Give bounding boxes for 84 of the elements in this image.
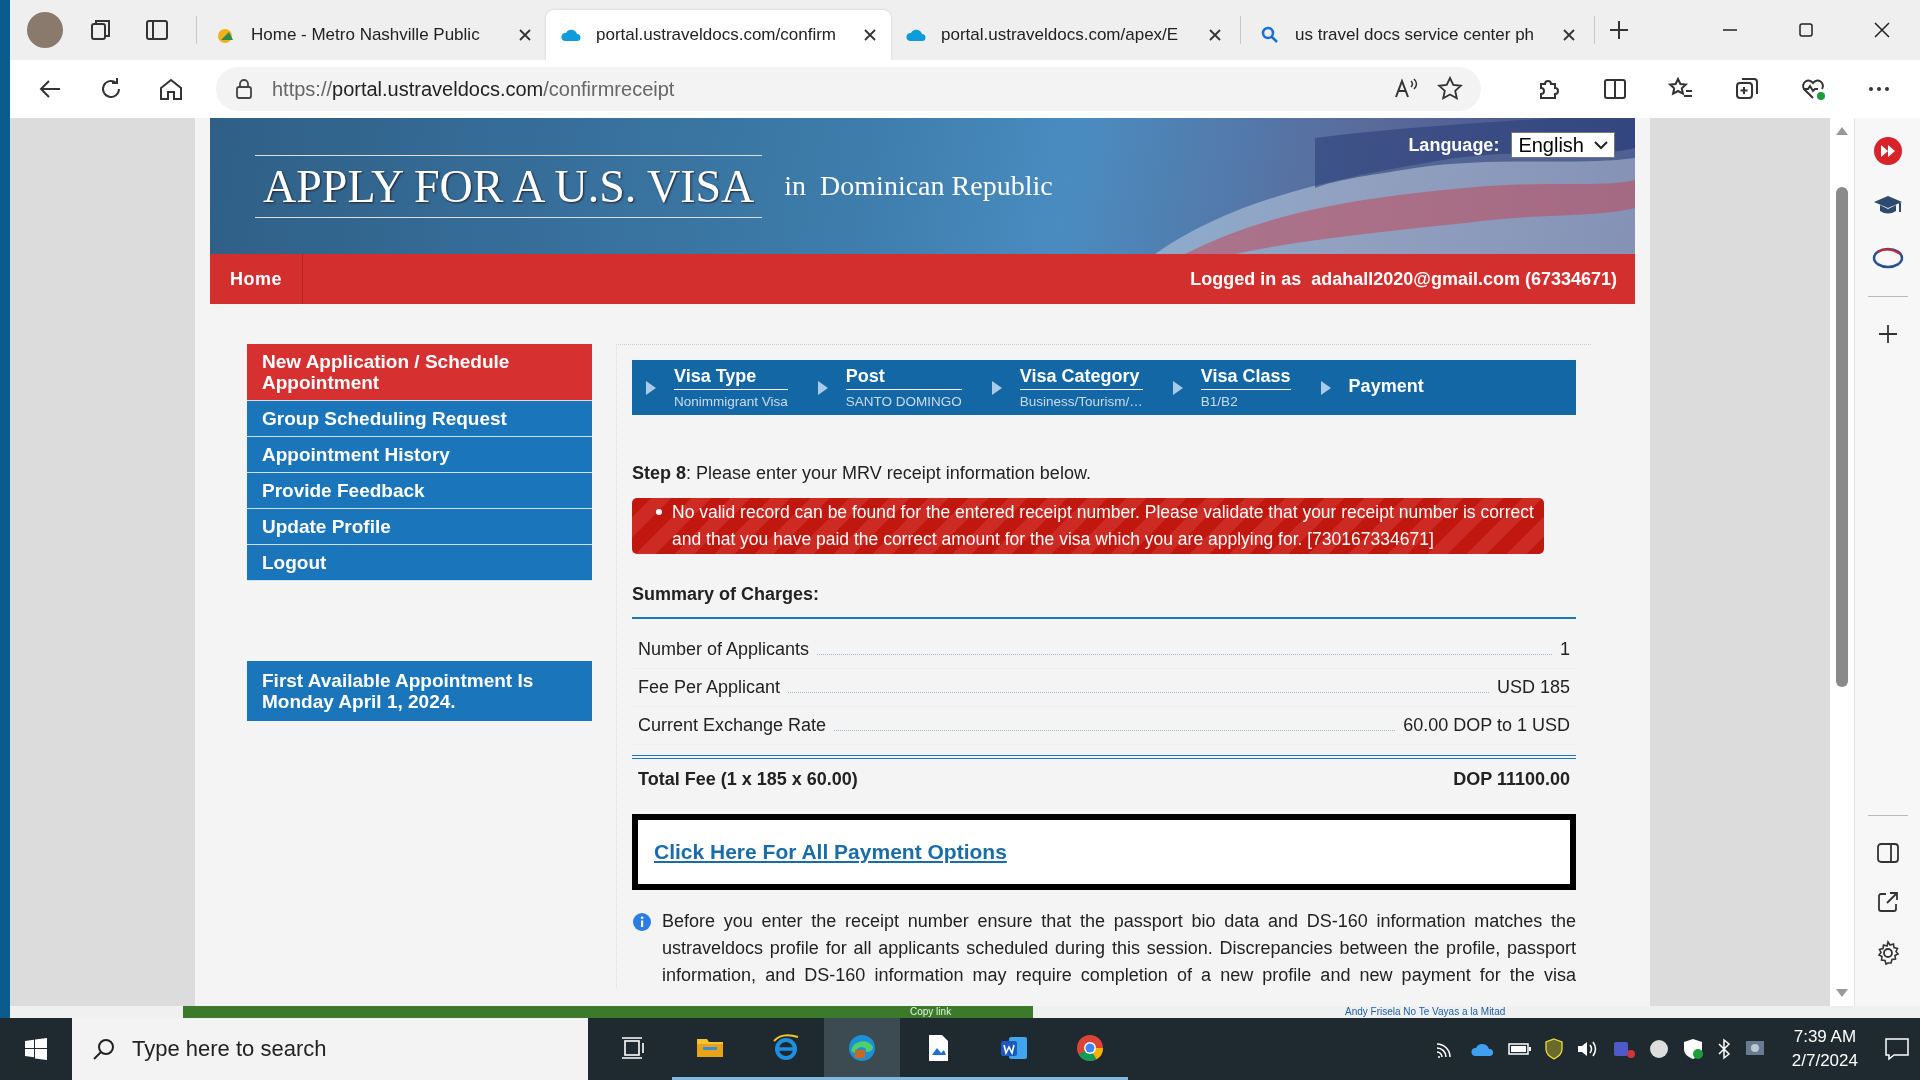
step-label: Payment bbox=[1348, 376, 1424, 398]
info-icon bbox=[632, 912, 652, 932]
bluetooth-icon[interactable] bbox=[1715, 1038, 1732, 1060]
banner-title: APPLY FOR A U.S. VISA bbox=[255, 154, 763, 218]
close-icon[interactable] bbox=[1208, 28, 1222, 42]
shield-icon[interactable] bbox=[1543, 1038, 1564, 1060]
chevron-down-icon bbox=[1594, 140, 1608, 150]
taskbar-search-box[interactable]: Type here to search bbox=[72, 1018, 588, 1080]
task-view-icon[interactable] bbox=[621, 1035, 647, 1060]
triangle-icon bbox=[646, 380, 656, 395]
info-paragraph: Before you enter the receipt number ensure that the passport bio data and DS-160 information matches the ustraveldocs profile for all applicants scheduled during this session. Discrepancies between the profile, passport information, and DS-160 information may require completion of a new profile and new payment for the visa bbox=[662, 910, 1576, 987]
charge-value: USD 185 bbox=[1496, 677, 1570, 698]
charge-label: Number of Applicants bbox=[638, 639, 810, 660]
triangle-icon bbox=[1172, 380, 1183, 395]
fast-forward-icon[interactable] bbox=[1872, 136, 1903, 166]
menu-item[interactable]: Update Profile bbox=[247, 509, 592, 545]
step-value: B1/B2 bbox=[1200, 394, 1239, 409]
step-label: Visa Type bbox=[674, 366, 788, 390]
lock-icon bbox=[234, 78, 254, 100]
maximize-icon[interactable] bbox=[1798, 22, 1814, 38]
external-link-icon[interactable] bbox=[1875, 890, 1900, 914]
step-value: SANTO DOMINGO bbox=[845, 394, 962, 409]
browser-ring-icon[interactable] bbox=[771, 1032, 801, 1063]
home-link[interactable]: Home bbox=[210, 254, 303, 304]
charge-label: Current Exchange Rate bbox=[638, 715, 827, 736]
chrome-style-icon[interactable] bbox=[1075, 1032, 1105, 1063]
home-icon[interactable] bbox=[158, 76, 184, 102]
battery-icon[interactable] bbox=[1507, 1041, 1532, 1057]
first-appointment-notice: First Available Appointment Is Monday April 1, 2024. bbox=[247, 661, 592, 721]
workspaces-icon[interactable] bbox=[89, 18, 113, 42]
scroll-down-icon[interactable] bbox=[1835, 988, 1849, 998]
tab-actions-icon[interactable] bbox=[145, 18, 169, 42]
total-label: Total Fee (1 x 185 x 60.00) bbox=[638, 769, 858, 790]
clock[interactable]: 7:39 AM 2/7/2024 bbox=[1791, 1025, 1858, 1073]
browser-swirl-icon[interactable] bbox=[847, 1032, 877, 1063]
url-text: https://portal.ustraveldocs.com/confirmreceipt bbox=[272, 77, 676, 101]
security-shield-icon[interactable] bbox=[1681, 1038, 1704, 1060]
banner-subtitle: in Dominican Republic bbox=[784, 170, 1053, 202]
close-icon[interactable] bbox=[863, 28, 877, 42]
notifications-icon[interactable] bbox=[1884, 1037, 1910, 1061]
language-dropdown[interactable]: English bbox=[1511, 132, 1615, 158]
charge-label: Fee Per Applicant bbox=[638, 677, 781, 698]
windows-logo-icon[interactable] bbox=[24, 1037, 48, 1061]
split-screen-icon[interactable] bbox=[1602, 76, 1628, 102]
browser-tab[interactable]: portal.ustraveldocs.com/confirm bbox=[546, 10, 891, 60]
language-label: Language: bbox=[1408, 134, 1500, 156]
charge-value: 1 bbox=[1560, 639, 1570, 660]
menu-item[interactable]: Provide Feedback bbox=[247, 473, 592, 509]
triangle-icon bbox=[817, 380, 828, 395]
step-label: Post bbox=[845, 366, 962, 390]
menu-item[interactable]: Group Scheduling Request bbox=[247, 401, 592, 437]
payment-options-link[interactable]: Click Here For All Payment Options bbox=[654, 840, 1007, 864]
step-label: Visa Category bbox=[1019, 366, 1143, 390]
browser-tab[interactable]: us travel docs service center ph bbox=[1245, 10, 1590, 60]
oval-logo-icon[interactable] bbox=[1871, 246, 1904, 270]
close-icon[interactable] bbox=[1874, 22, 1890, 38]
scrollbar-thumb[interactable] bbox=[1836, 187, 1848, 687]
error-message: No valid record can be found for the entered receipt number. Please validate that your receipt number is correct and that you have paid the correct amount for the visa which you are applying for. [730167334671] bbox=[632, 498, 1544, 554]
browser-tab[interactable]: portal.ustraveldocs.com/apex/E bbox=[891, 10, 1236, 60]
close-icon[interactable] bbox=[1562, 28, 1576, 42]
logged-in-text: Logged in as adahall2020@gmail.com (67334671) bbox=[1190, 268, 1618, 290]
menu-item[interactable]: Logout bbox=[247, 545, 592, 581]
sidebar-panel-icon[interactable] bbox=[1875, 842, 1900, 864]
background-text: Copy link bbox=[910, 1006, 952, 1018]
step-value: Nonimmigrant Visa bbox=[674, 394, 788, 409]
total-value: DOP 11100.00 bbox=[1453, 769, 1570, 790]
summary-heading: Summary of Charges: bbox=[632, 584, 1576, 619]
search-icon bbox=[92, 1037, 116, 1061]
scroll-up-icon[interactable] bbox=[1835, 126, 1849, 136]
instruction-text: Step 8: Please enter your MRV receipt information below. bbox=[632, 463, 1092, 484]
charge-value: 60.00 DOP to 1 USD bbox=[1403, 715, 1570, 736]
triangle-icon bbox=[1320, 380, 1331, 395]
close-icon[interactable] bbox=[518, 28, 532, 42]
triangle-icon bbox=[991, 380, 1002, 395]
menu-item[interactable]: New Application / Schedule Appointment bbox=[247, 344, 592, 401]
menu-item[interactable]: Appointment History bbox=[247, 437, 592, 473]
browser-tab[interactable]: Home - Metro Nashville Public bbox=[201, 10, 546, 60]
profile-avatar[interactable] bbox=[27, 12, 63, 48]
address-bar[interactable]: https://portal.ustraveldocs.com/confirmreceipt bbox=[216, 67, 1481, 111]
step-value: Business/Tourism/… bbox=[1019, 394, 1143, 409]
step-label: Visa Class bbox=[1200, 366, 1291, 390]
star-icon[interactable] bbox=[1437, 76, 1463, 102]
collections-icon[interactable] bbox=[1734, 76, 1760, 102]
add-icon[interactable] bbox=[1876, 323, 1899, 345]
